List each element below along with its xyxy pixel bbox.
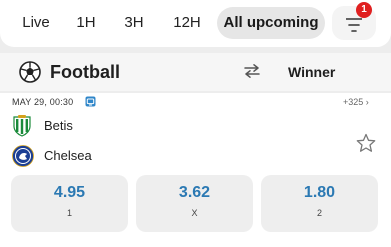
- filter-chip-3h[interactable]: 3H: [114, 7, 154, 39]
- swap-arrows-icon[interactable]: [244, 64, 260, 78]
- event-datetime: MAY 29, 00:30: [12, 97, 74, 107]
- filter-chip-live[interactable]: Live: [12, 7, 60, 39]
- market-selector[interactable]: Winner: [288, 63, 335, 81]
- odds-button-draw[interactable]: 3.62 X: [136, 175, 253, 232]
- filter-chip-12h[interactable]: 12H: [165, 7, 209, 39]
- filter-icon: [346, 18, 362, 32]
- odds-price: 4.95: [53, 184, 86, 201]
- odds-label: X: [191, 208, 198, 218]
- odds-button-home[interactable]: 4.95 1: [11, 175, 128, 232]
- odds-price: 1.80: [303, 184, 336, 201]
- away-team-name: Chelsea: [44, 148, 92, 163]
- betis-crest-icon: [13, 115, 31, 137]
- event-card[interactable]: MAY 29, 00:30 +325 › Betis Chelsea 4.95 …: [0, 93, 391, 247]
- live-stream-icon: [85, 96, 96, 107]
- odds-label: 1: [66, 208, 72, 218]
- sport-title: Football: [50, 62, 120, 82]
- chelsea-crest-icon: [12, 145, 34, 167]
- filter-count-badge: 1: [356, 2, 372, 18]
- star-icon[interactable]: [356, 133, 376, 153]
- filter-chip-1h[interactable]: 1H: [66, 7, 106, 39]
- filter-chip-all-upcoming[interactable]: All upcoming: [217, 7, 325, 39]
- sport-header: Football Winner: [0, 53, 391, 91]
- football-icon: [19, 61, 41, 83]
- time-filter-bar: Live 1H 3H 12H All upcoming 1: [0, 0, 391, 47]
- more-markets-link[interactable]: +325 ›: [343, 96, 369, 108]
- odds-button-away[interactable]: 1.80 2: [261, 175, 378, 232]
- odds-price: 3.62: [178, 184, 211, 201]
- home-team-name: Betis: [44, 118, 73, 133]
- odds-label: 2: [316, 208, 322, 218]
